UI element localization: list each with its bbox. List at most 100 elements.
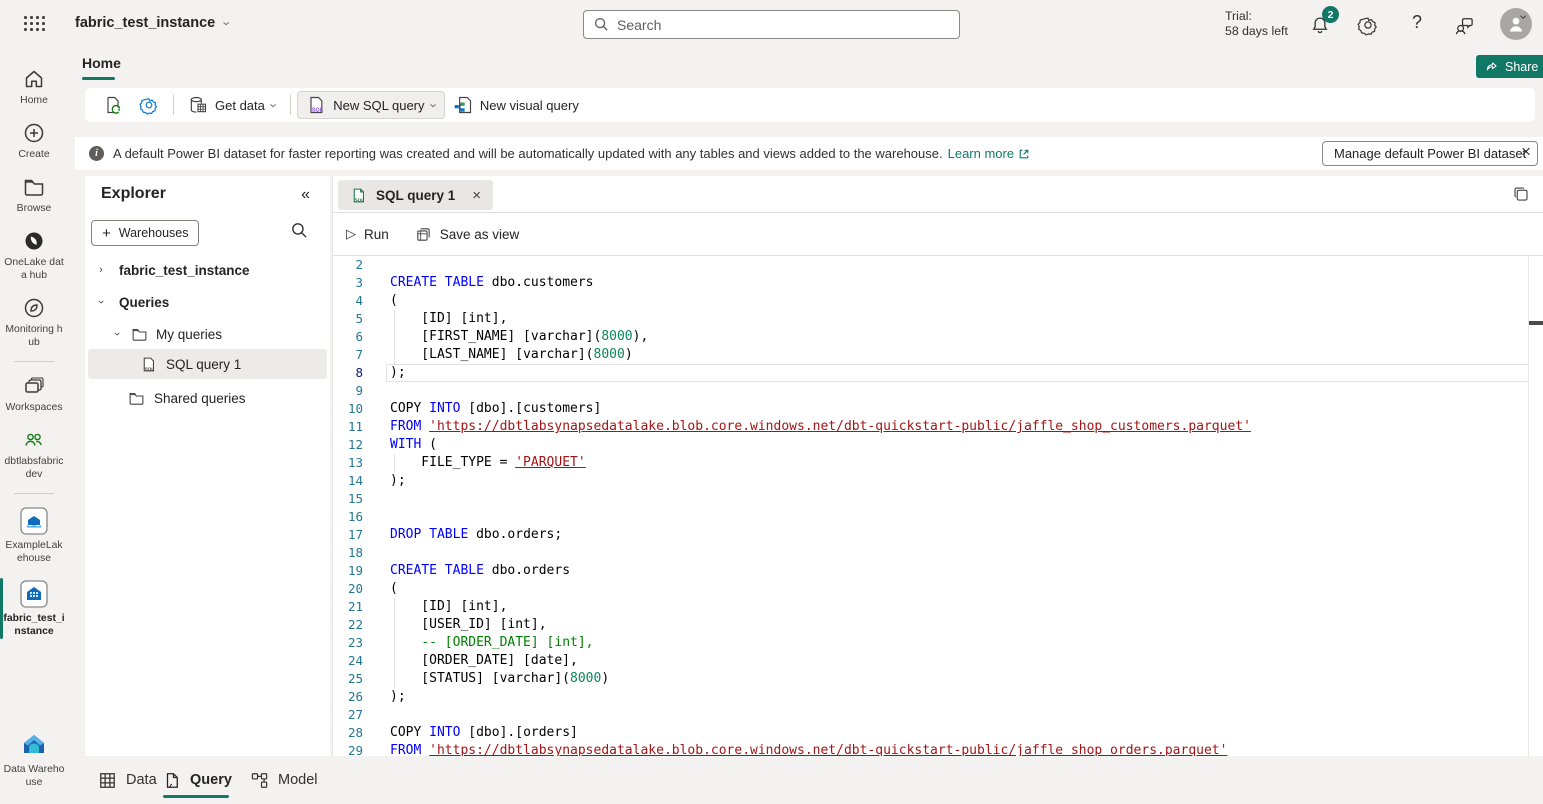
view-tab-data[interactable]: Data [98,766,157,794]
warehouse-icon [19,579,49,609]
rail-item-monitoring-hub[interactable]: Monitoring hub [0,289,68,356]
explorer-search-icon[interactable] [291,222,308,239]
line-number: 27 [333,706,363,724]
query-doc-icon [163,771,181,790]
tree-item-my-queries[interactable]: › My queries [85,320,330,348]
tree-item-sql-query-1[interactable]: SQL SQL query 1 [88,349,327,379]
new-visual-query-button[interactable]: New visual query [445,91,587,119]
folder-icon [128,390,145,407]
data-grid-icon [98,771,117,790]
save-as-view-button[interactable]: Save as view [415,226,520,243]
tree-item-queries[interactable]: › Queries [85,288,330,316]
rail-item-data-warehouse[interactable]: Data Warehouse [0,723,68,796]
model-icon [250,771,269,790]
toolbar-divider [290,95,291,115]
search-icon [594,17,609,32]
rail-item-dbtlabsfabricdev[interactable]: dbtlabsfabricdev [0,421,68,488]
rail-divider [14,361,54,362]
code-line: 21 [ID] [int], [333,598,1529,616]
line-number: 3 [333,274,363,292]
line-number: 6 [333,328,363,346]
workspace-name: fabric_test_instance [75,15,215,31]
line-number: 23 [333,634,363,652]
collapse-ribbon-chevron-icon[interactable]: › [1517,15,1533,20]
rail-item-fabric-test-instance[interactable]: fabric_test_instance [0,572,68,645]
line-number: 5 [333,310,363,328]
learn-more-link[interactable]: Learn more [948,146,1030,161]
rail-item-home[interactable]: Home [0,60,68,114]
copy-icon[interactable] [1512,185,1530,203]
external-link-icon [1018,148,1030,160]
line-number: 7 [333,346,363,364]
editor-overview-marker [1529,321,1543,325]
code-line: 29FROM 'https://dbtlabsynapsedatalake.bl… [333,742,1529,756]
banner-close-icon[interactable]: × [1515,142,1537,162]
search-placeholder: Search [617,17,661,33]
chevron-down-icon: › [111,328,123,340]
new-query-refresh-button[interactable] [95,91,131,119]
code-line: 26); [333,688,1529,706]
run-play-icon: ▷ [346,226,356,242]
editor-scrollbar-track[interactable] [1528,256,1529,756]
document-refresh-icon [103,95,123,115]
new-sql-query-button[interactable]: SQL New SQL query › [297,91,445,119]
query-action-bar: ▷ Run Save as view [333,213,1543,256]
code-line: 22 [USER_ID] [int], [333,616,1529,634]
line-number: 26 [333,688,363,706]
user-avatar[interactable] [1500,8,1532,40]
sql-file-icon: SQL [350,187,367,204]
code-line: 9 [333,382,1529,400]
settings-gear-icon[interactable] [1357,14,1379,36]
code-line: 16 [333,508,1529,526]
code-line: 5 [ID] [int], [333,310,1529,328]
view-tab-model[interactable]: Model [250,766,318,794]
info-icon: i [89,146,104,161]
explorer-panel: Explorer « + Warehouses › fabric_test_in… [85,176,330,756]
create-icon [22,121,46,145]
tree-item-shared-queries[interactable]: Shared queries [85,384,330,412]
svg-text:SQL: SQL [355,197,365,202]
collapse-explorer-icon[interactable]: « [301,186,310,204]
data-warehouse-icon [19,730,49,760]
sql-code-editor[interactable]: 23CREATE TABLE dbo.customers4(5 [ID] [in… [333,256,1543,756]
rail-item-browse[interactable]: Browse [0,168,68,222]
line-number: 17 [333,526,363,544]
left-nav-rail: HomeCreateBrowseOneLake data hubMonitori… [0,48,68,804]
app-launcher-waffle-icon[interactable] [24,16,46,32]
rail-item-create[interactable]: Create [0,114,68,168]
svg-text:SQL: SQL [312,108,324,114]
chevron-right-icon: › [95,264,107,276]
workspace-switcher[interactable]: fabric_test_instance › [75,15,230,31]
close-tab-icon[interactable]: × [472,187,481,204]
tree-item-warehouse[interactable]: › fabric_test_instance [85,256,330,284]
add-warehouses-button[interactable]: + Warehouses [91,220,199,246]
explorer-title: Explorer [101,185,166,203]
code-line: 12WITH ( [333,436,1529,454]
info-banner: i A default Power BI dataset for faster … [75,137,1543,170]
manage-default-dataset-button[interactable]: Manage default Power BI dataset [1322,141,1538,166]
settings-button[interactable] [131,91,167,119]
code-line: 3CREATE TABLE dbo.customers [333,274,1529,292]
rail-item-onelake-data-hub[interactable]: OneLake data hub [0,222,68,289]
code-line: 11FROM 'https://dbtlabsynapsedatalake.bl… [333,418,1529,436]
feedback-icon[interactable] [1452,14,1474,36]
database-icon [188,95,208,115]
toolbar-divider [173,95,174,115]
search-input[interactable]: Search [583,10,960,39]
blue-gear-icon [139,95,159,115]
rail-item-examplelakehouse[interactable]: ExampleLakehouse [0,499,68,572]
line-number: 4 [333,292,363,310]
trial-status: Trial: 58 days left [1225,9,1288,39]
code-line: 18 [333,544,1529,562]
home-icon [22,67,46,91]
run-button[interactable]: ▷ Run [346,226,389,242]
get-data-button[interactable]: Get data › [180,91,284,119]
view-tab-query[interactable]: Query [163,766,232,794]
rail-item-workspaces[interactable]: Workspaces [0,367,68,421]
tab-home[interactable]: Home [82,55,121,71]
line-number: 21 [333,598,363,616]
help-icon[interactable]: ? [1406,12,1428,34]
share-button[interactable]: Share [1476,55,1543,78]
query-tab-sql-query-1[interactable]: SQL SQL query 1 × [338,180,493,210]
code-line: 6 [FIRST_NAME] [varchar](8000), [333,328,1529,346]
